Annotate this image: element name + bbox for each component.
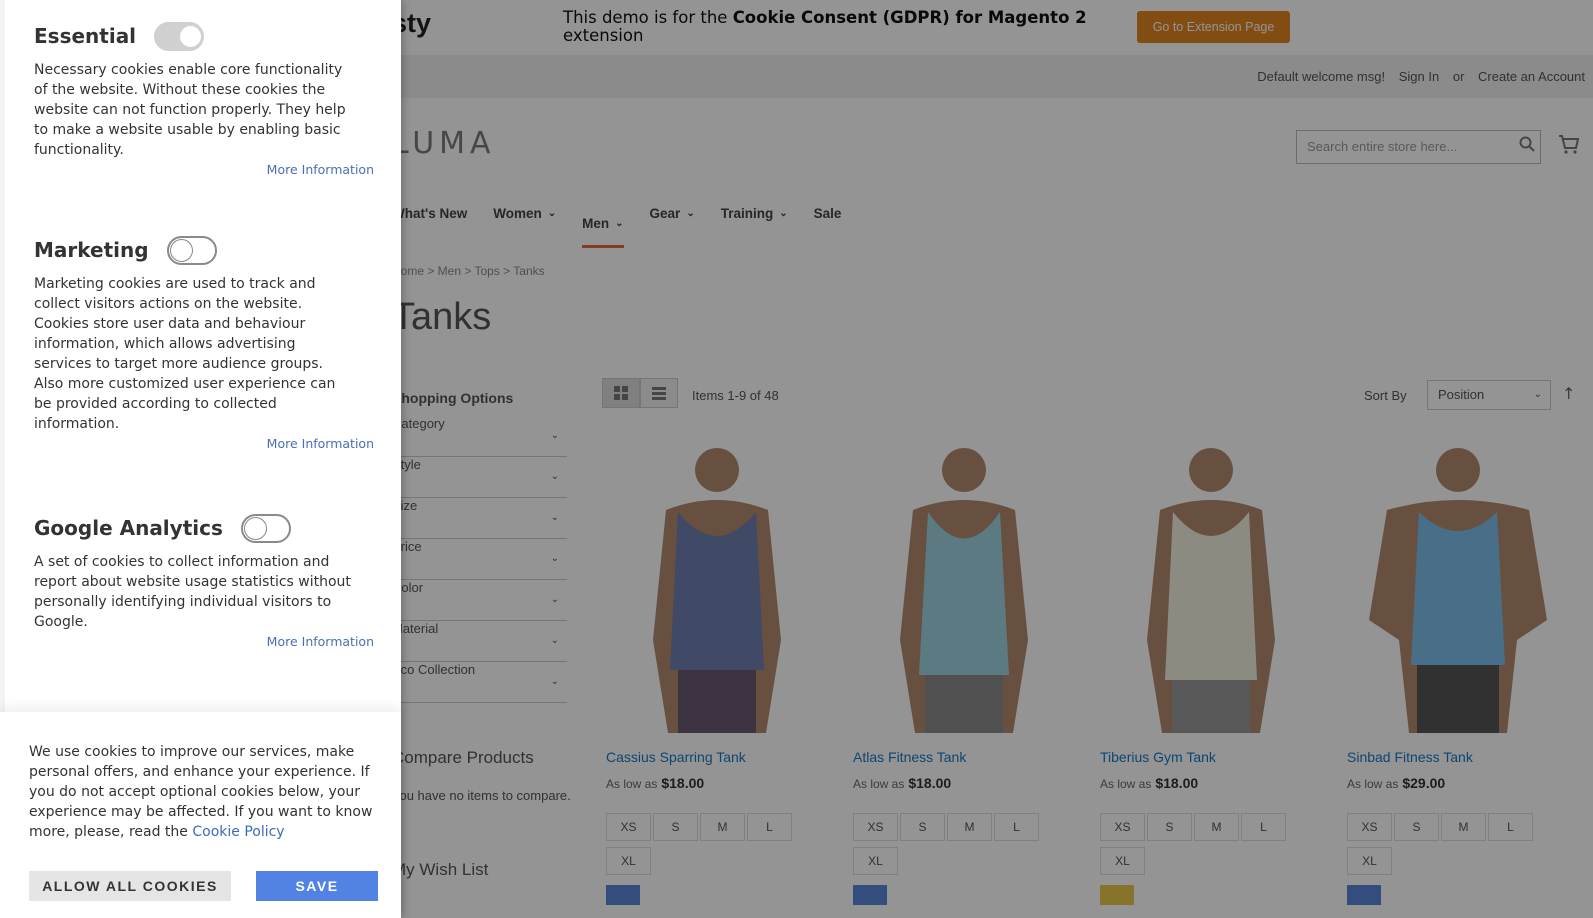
cookie-group-description: Marketing cookies are used to track and … [34,276,336,432]
cookie-group-marketing: Marketing Marketing cookies are used to … [34,234,374,451]
google-analytics-toggle[interactable] [240,513,291,543]
cookie-group-description: A set of cookies to collect information … [34,554,351,630]
cookie-groups-list[interactable]: Essential Necessary cookies enable core … [0,0,401,712]
cookie-group-description: Necessary cookies enable core functional… [34,62,346,158]
cookie-settings-panel: Essential Necessary cookies enable core … [0,0,401,918]
cookie-group-essential: Essential Necessary cookies enable core … [34,20,374,177]
cookie-notice-footer: We use cookies to improve our services, … [0,712,401,918]
marketing-toggle[interactable] [166,235,217,265]
cookie-group-title: Google Analytics [34,516,223,540]
more-information-link[interactable]: More Information [34,436,374,451]
save-button[interactable]: SAVE [256,871,378,901]
toggle-knob [243,516,267,540]
allow-all-cookies-button[interactable]: ALLOW ALL COOKIES [29,871,231,901]
cookie-policy-link[interactable]: Cookie Policy [192,824,284,840]
cookie-group-title: Marketing [34,238,149,262]
toggle-knob [169,238,193,262]
cookie-group-header: Google Analytics [34,512,374,544]
cookie-group-google-analytics: Google Analytics A set of cookies to col… [34,512,374,649]
toggle-knob [179,24,203,48]
cookie-notice-text: We use cookies to improve our services, … [29,744,373,840]
more-information-link[interactable]: More Information [34,634,374,649]
essential-toggle[interactable] [154,21,205,51]
more-information-link[interactable]: More Information [34,162,374,177]
cookie-group-header: Essential [34,20,374,52]
cookie-group-header: Marketing [34,234,374,266]
cookie-group-title: Essential [34,24,137,48]
